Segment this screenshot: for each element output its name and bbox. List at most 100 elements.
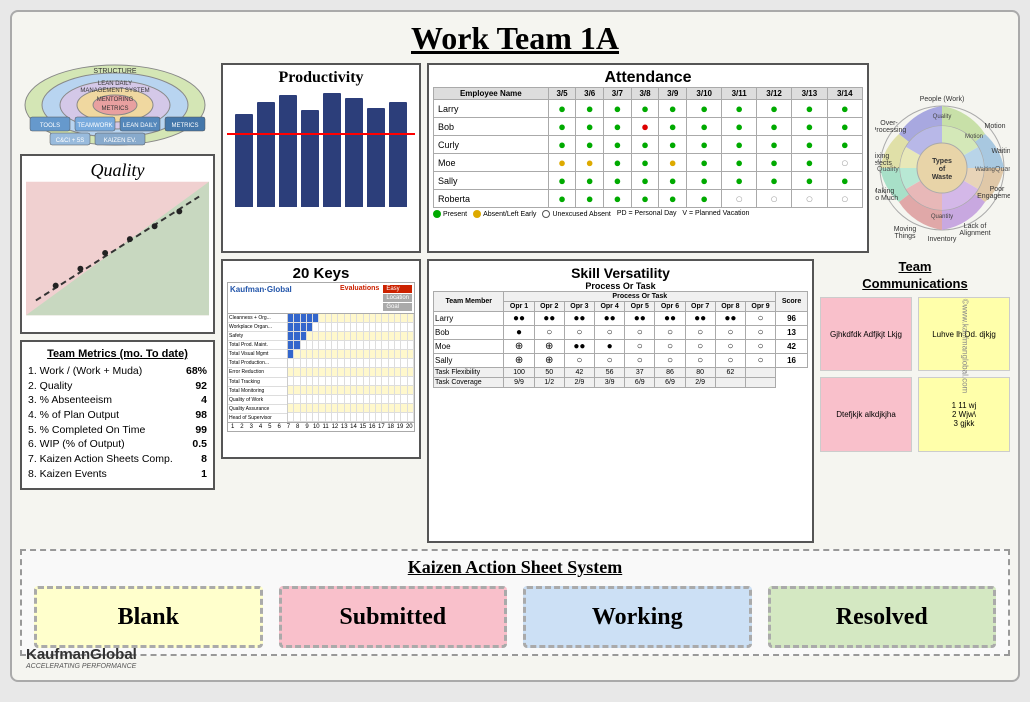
keys-logo: Kaufman·Global — [228, 283, 294, 313]
bar-0 — [235, 114, 253, 207]
bar-4 — [323, 93, 341, 207]
skill-task-2: Opr 3 — [564, 302, 594, 312]
svg-text:of: of — [939, 166, 946, 173]
keys-row-11 — [288, 413, 414, 422]
att-cell-0-2: ● — [604, 100, 632, 118]
att-name-4: Sally — [434, 172, 549, 190]
att-cell-1-0: ● — [548, 118, 576, 136]
svg-text:TOOLS: TOOLS — [40, 123, 60, 129]
svg-text:Making: Making — [875, 188, 894, 195]
att-cell-1-1: ● — [576, 118, 604, 136]
svg-text:Motion: Motion — [984, 123, 1005, 130]
bar-1 — [257, 102, 275, 207]
skill-task-8: Opr 9 — [745, 302, 775, 312]
svg-text:Waiting: Waiting — [975, 167, 995, 173]
keys-row-10 — [288, 404, 414, 413]
att-cell-3-4: ● — [659, 154, 687, 172]
key-cell-4-19 — [408, 350, 414, 358]
team-comm-box: TeamCommunications Gjhkdfdk Adfjkjt Lkjg… — [820, 259, 1010, 543]
keys-row-1 — [288, 323, 414, 332]
skill-task-1: Opr 2 — [534, 302, 564, 312]
att-cell-2-1: ● — [576, 136, 604, 154]
kaizen-section: Kaizen Action Sheet System Blank Submitt… — [20, 549, 1010, 656]
svg-text:LEAN DAILY: LEAN DAILY — [98, 81, 132, 87]
skill-task-5: Opr 6 — [655, 302, 685, 312]
att-cell-4-6: ● — [722, 172, 757, 190]
skill-footer-label-0: Task Flexibility — [434, 368, 504, 378]
key-num-18: 18 — [386, 424, 395, 430]
bar-3 — [301, 110, 319, 207]
skill-footer-val-0-7: 62 — [715, 368, 745, 378]
keys-header: Kaufman·Global Evaluations Easy Location… — [228, 283, 414, 314]
key-num-2: 2 — [237, 424, 246, 430]
skill-footer-val-0-6: 80 — [685, 368, 715, 378]
key-num-3: 3 — [247, 424, 256, 430]
svg-text:Too Much: Too Much — [875, 195, 898, 202]
svg-text:METRICS: METRICS — [102, 106, 129, 112]
sticky-notes-grid: Gjhkdfdk Adfjkjt Lkjg Luhve lh Dd. djkjg… — [820, 297, 1010, 452]
skill-footer-empty-1 — [745, 378, 775, 388]
skill-footer-val-1-7 — [715, 378, 745, 388]
svg-text:Poor: Poor — [990, 186, 1005, 193]
kaizen-card-submitted-wrapper: Submitted — [279, 586, 508, 648]
twenty-keys-inner: Kaufman·Global Evaluations Easy Location… — [227, 282, 415, 432]
skill-cell-0-0: ●● — [504, 312, 534, 326]
key-num-19: 19 — [395, 424, 404, 430]
skill-footer-1: Task Coverage9/91/22/93/96/96/92/9 — [434, 378, 808, 388]
keys-grid: Cleanness + Org... Workplace Organ... Sa… — [228, 314, 414, 422]
att-col-2: 3/6 — [576, 88, 604, 100]
svg-text:C&CI + 5S: C&CI + 5S — [56, 138, 85, 144]
metric-item: 8. Kaizen Events1 — [28, 467, 207, 482]
att-cell-5-2: ● — [604, 190, 632, 208]
skill-footer-val-0-5: 86 — [655, 368, 685, 378]
skill-cell-0-5: ●● — [655, 312, 685, 326]
att-name-5: Roberta — [434, 190, 549, 208]
att-cell-5-5: ● — [687, 190, 722, 208]
att-cell-5-3: ● — [631, 190, 659, 208]
att-cell-5-4: ● — [659, 190, 687, 208]
svg-text:STRUCTURE: STRUCTURE — [93, 68, 136, 75]
team-metrics-box: Team Metrics (mo. To date) 1. Work / (Wo… — [20, 340, 215, 490]
bar-2 — [279, 95, 297, 207]
att-cell-5-6: ○ — [722, 190, 757, 208]
att-cell-4-9: ● — [827, 172, 862, 190]
att-cell-4-3: ● — [631, 172, 659, 190]
att-cell-2-2: ● — [604, 136, 632, 154]
skill-row-1: Bob●○○○○○○○○13 — [434, 326, 808, 340]
skill-footer-val-1-0: 9/9 — [504, 378, 534, 388]
skill-cell-3-2: ○ — [564, 354, 594, 368]
svg-text:LEAN DAILY: LEAN DAILY — [123, 123, 157, 129]
skill-footer-val-0-4: 37 — [625, 368, 655, 378]
att-name-3: Moe — [434, 154, 549, 172]
key-num-4: 4 — [256, 424, 265, 430]
skill-title: Skill Versatility — [433, 265, 808, 281]
svg-text:Alignment: Alignment — [959, 230, 990, 237]
att-cell-4-7: ● — [756, 172, 791, 190]
skill-cell-1-5: ○ — [655, 326, 685, 340]
bar-5 — [345, 98, 363, 207]
att-cell-0-0: ● — [548, 100, 576, 118]
bar-7 — [389, 102, 407, 207]
att-col-4: 3/8 — [631, 88, 659, 100]
att-cell-3-2: ● — [604, 154, 632, 172]
att-cell-5-9: ○ — [827, 190, 862, 208]
skill-member-0: Larry — [434, 312, 504, 326]
att-cell-1-6: ● — [722, 118, 757, 136]
att-cell-3-3: ● — [631, 154, 659, 172]
att-col-8: 3/12 — [756, 88, 791, 100]
keys-row-9 — [288, 395, 414, 404]
svg-text:Waiting: Waiting — [991, 148, 1010, 155]
skill-footer-val-1-6: 2/9 — [685, 378, 715, 388]
keys-cells — [288, 314, 414, 422]
att-name-2: Curly — [434, 136, 549, 154]
key-cell-7-19 — [408, 377, 414, 385]
skill-cell-2-2: ●● — [564, 340, 594, 354]
skill-cell-2-6: ○ — [685, 340, 715, 354]
keys-row-6 — [288, 368, 414, 377]
key-num-12: 12 — [330, 424, 339, 430]
skill-cell-1-2: ○ — [564, 326, 594, 340]
skill-cell-0-3: ●● — [595, 312, 625, 326]
skill-footer-val-1-5: 6/9 — [655, 378, 685, 388]
skill-member-2: Moe — [434, 340, 504, 354]
att-cell-0-3: ● — [631, 100, 659, 118]
